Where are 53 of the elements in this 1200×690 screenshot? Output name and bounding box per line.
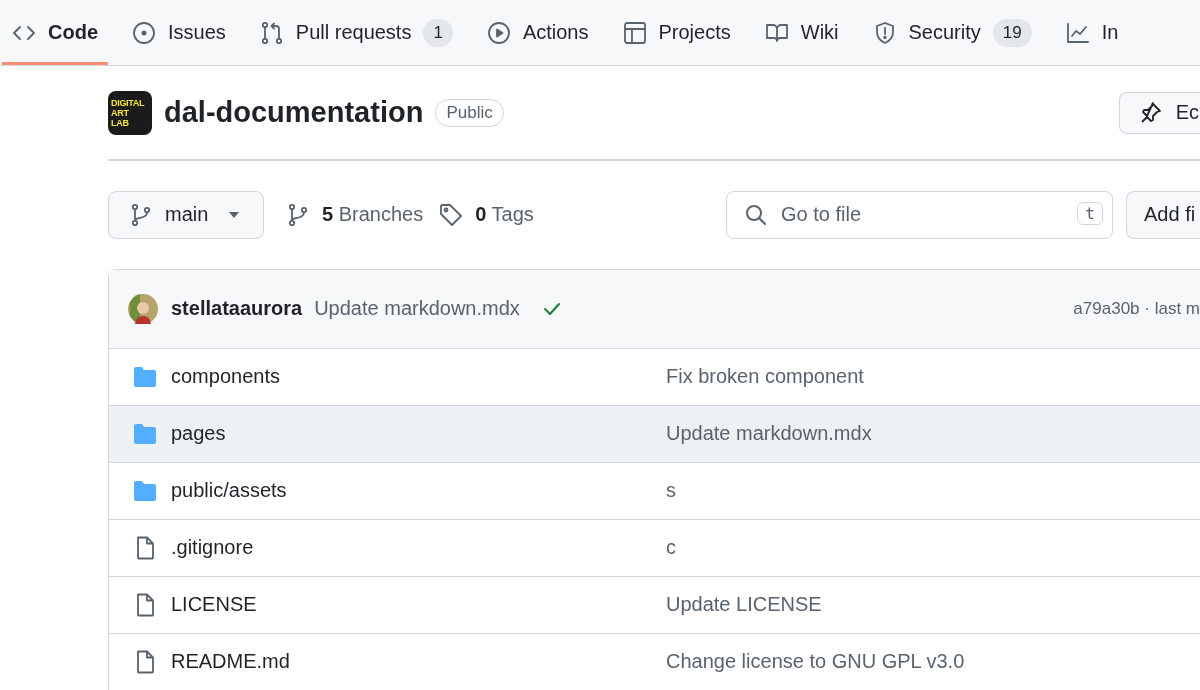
- tag-icon: [439, 202, 464, 227]
- file-name[interactable]: LICENSE: [171, 593, 652, 616]
- nav-tab[interactable]: Issues: [122, 0, 236, 65]
- folder-icon: [133, 364, 157, 389]
- file-name[interactable]: .gitignore: [171, 536, 652, 559]
- shortcut-key: t: [1077, 201, 1103, 225]
- nav-tab[interactable]: Code: [2, 0, 108, 65]
- nav-tab[interactable]: Security 19: [862, 0, 1042, 65]
- nav-tab[interactable]: Projects: [612, 0, 741, 65]
- graph-icon: [1065, 20, 1090, 45]
- file-row[interactable]: LICENSE Update LICENSE: [109, 575, 1200, 633]
- pull-icon: [259, 20, 284, 45]
- search-icon: [744, 202, 768, 227]
- add-file-button[interactable]: Add fi: [1126, 190, 1200, 239]
- file-name[interactable]: components: [171, 365, 652, 388]
- commit-message[interactable]: Update markdown.mdx: [314, 297, 520, 320]
- folder-icon: [133, 421, 157, 446]
- table-icon: [622, 20, 647, 45]
- nav-tab[interactable]: Pull requests 1: [249, 0, 463, 65]
- nav-tab[interactable]: In: [1055, 0, 1129, 65]
- commit-message[interactable]: Fix broken component: [666, 365, 864, 388]
- file-row[interactable]: .gitignore c: [109, 518, 1200, 576]
- file-name[interactable]: pages: [171, 422, 652, 445]
- avatar: [127, 292, 159, 325]
- file-row[interactable]: pages Update markdown.mdx: [109, 404, 1200, 462]
- branch-icon: [286, 202, 310, 227]
- count-badge: 1: [423, 18, 453, 47]
- commit-message[interactable]: s: [666, 479, 676, 502]
- file-name[interactable]: public/assets: [171, 479, 652, 502]
- commit-author[interactable]: stellataaurora: [171, 297, 303, 320]
- nav-tab[interactable]: Actions: [476, 0, 599, 65]
- commit-message[interactable]: c: [666, 536, 676, 559]
- branch-select[interactable]: main: [108, 190, 264, 239]
- file-name[interactable]: README.md: [171, 650, 652, 673]
- caret-icon: [228, 210, 241, 219]
- branches-link[interactable]: 5 Branches: [286, 202, 424, 227]
- commit-message[interactable]: Change license to GNU GPL v3.0: [666, 650, 965, 673]
- branch-icon: [129, 202, 153, 227]
- count-badge: 19: [992, 18, 1032, 47]
- file-row[interactable]: README.md Change license to GNU GPL v3.0: [109, 632, 1200, 690]
- tags-link[interactable]: 0 Tags: [439, 202, 534, 227]
- folder-icon: [133, 478, 157, 503]
- commit-info: a79a30b · last m: [1073, 298, 1200, 319]
- pin-button[interactable]: Ec: [1118, 91, 1200, 134]
- repo-name: dal-documentation: [164, 96, 424, 129]
- commit-message[interactable]: Update LICENSE: [666, 593, 822, 616]
- repo-logo: DIGITAL ART LAB: [108, 90, 152, 135]
- file-row[interactable]: public/assets s: [109, 461, 1200, 519]
- file-row[interactable]: components Fix broken component: [109, 347, 1200, 405]
- issue-icon: [132, 20, 156, 45]
- play-icon: [486, 20, 511, 45]
- commit-message[interactable]: Update markdown.mdx: [666, 422, 872, 445]
- nav-tab[interactable]: Wiki: [754, 0, 849, 65]
